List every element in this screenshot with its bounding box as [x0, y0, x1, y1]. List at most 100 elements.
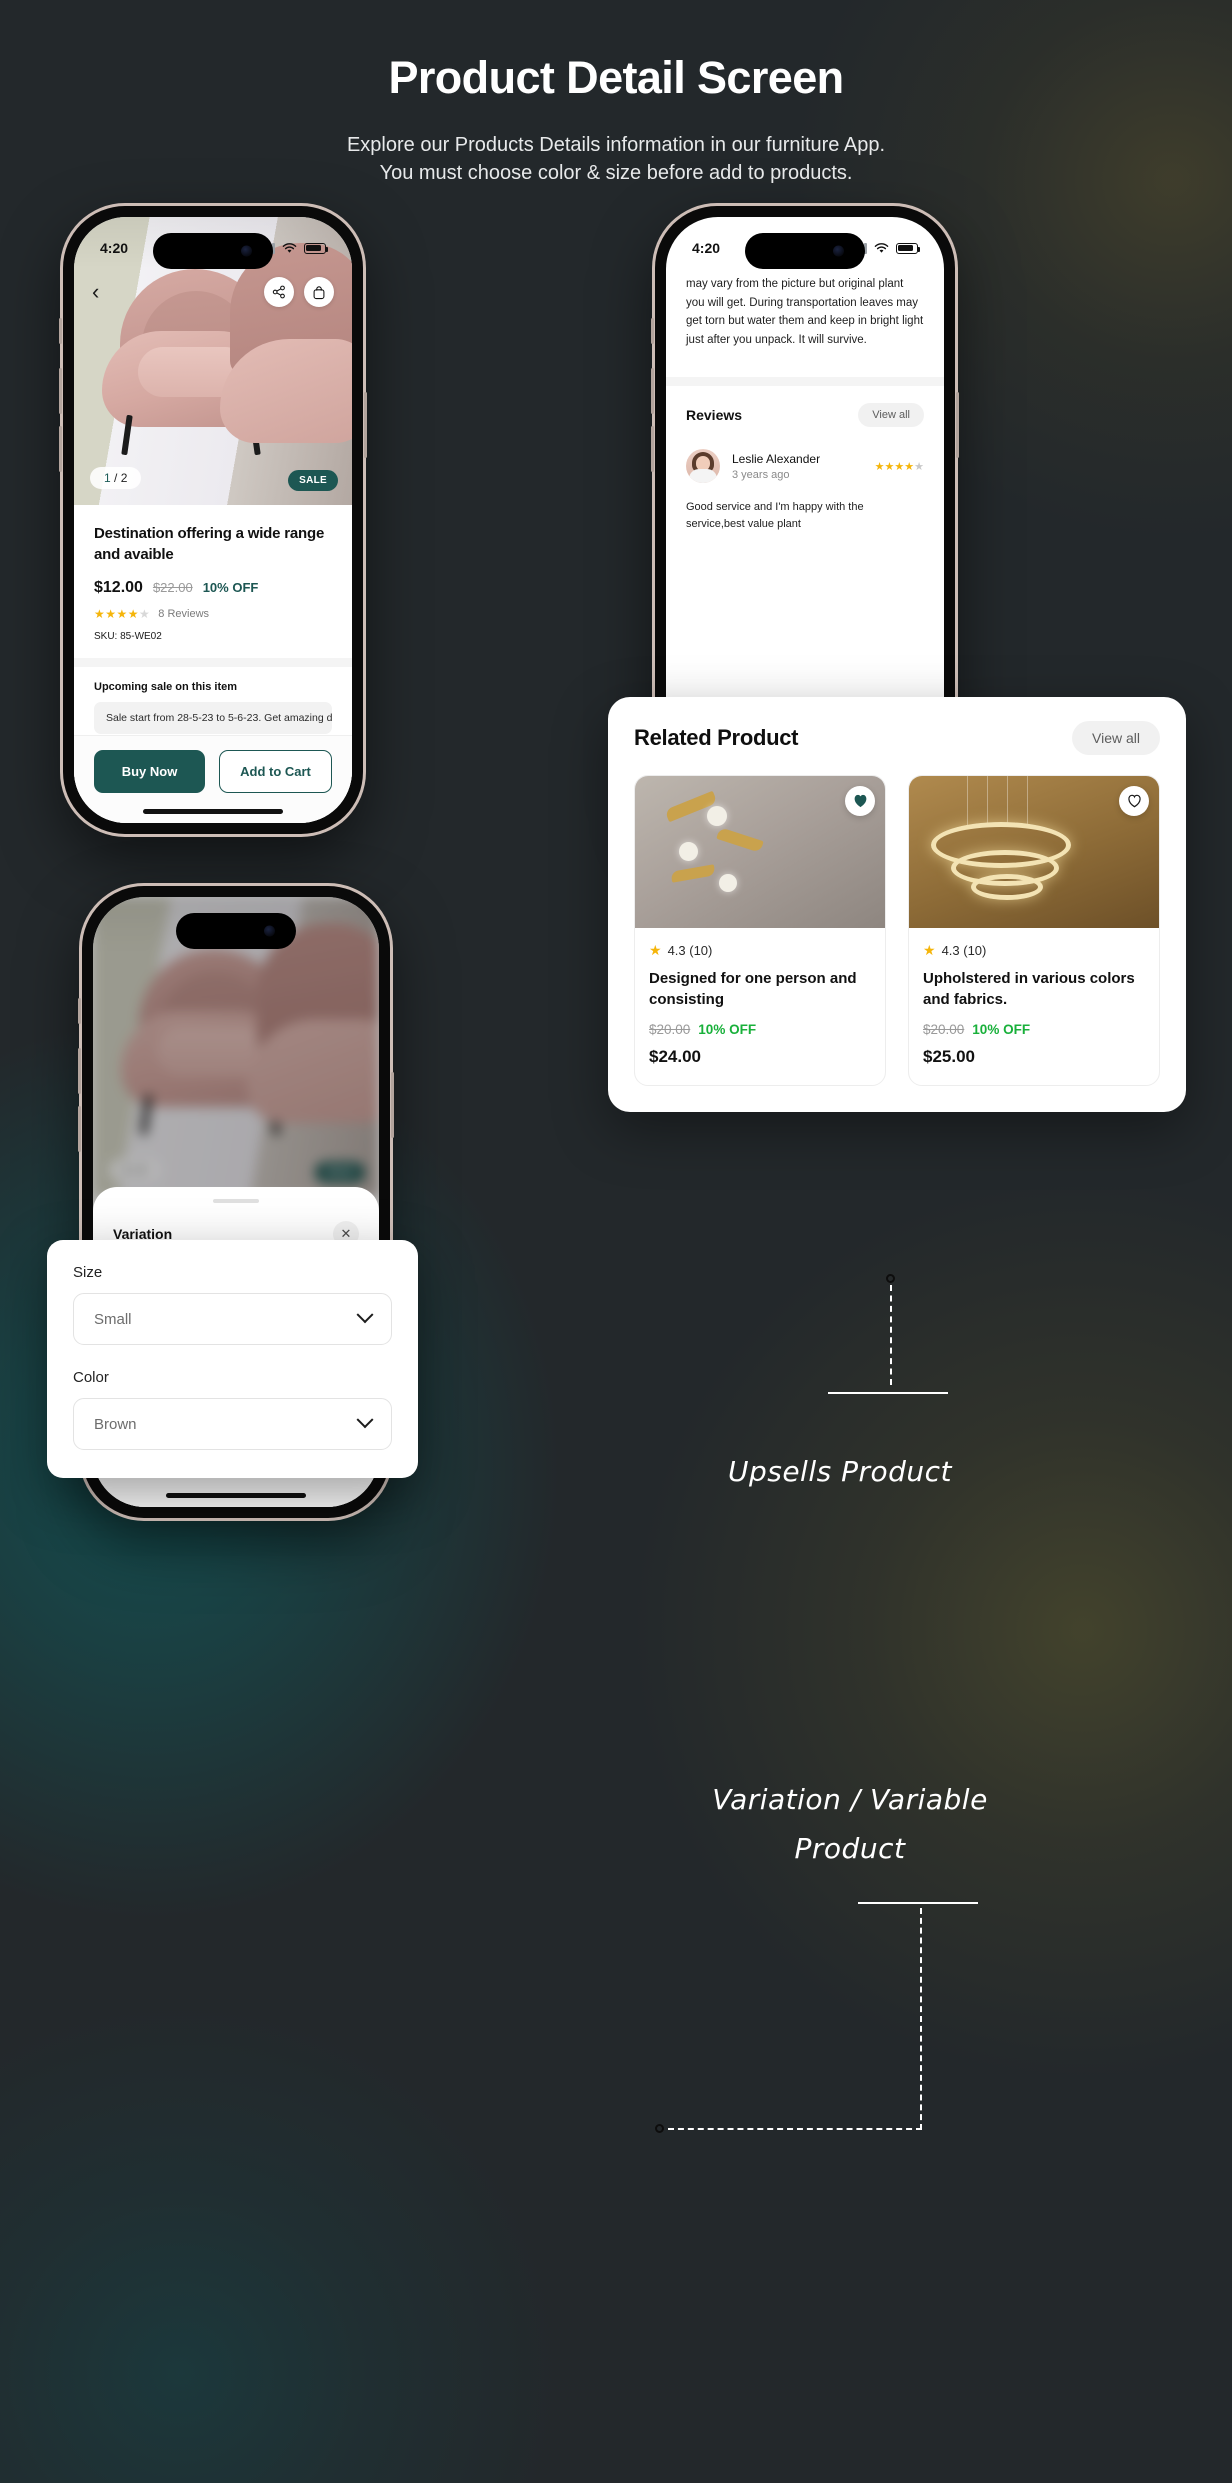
gallery-pager-sep: / — [114, 471, 118, 485]
chevron-down-icon — [356, 1306, 374, 1324]
product-sku: SKU: 85-WE02 — [94, 630, 162, 642]
phone2-dynamic-island — [745, 233, 865, 269]
status-time: 4:20 — [692, 240, 721, 256]
reviews-view-all-button[interactable]: View all — [858, 403, 924, 427]
related-product-name-1: Designed for one person and consisting — [649, 970, 857, 1008]
gallery-pager: 1 / 2 — [90, 467, 142, 489]
buy-now-button[interactable]: Buy Now — [94, 750, 205, 793]
review-count: 8 Reviews — [158, 607, 210, 620]
page-header: Product Detail Screen Explore our Produc… — [0, 52, 1232, 187]
heart-filled-icon[interactable] — [845, 786, 875, 816]
upsells-leader-dot — [886, 1274, 895, 1283]
review-body: Good service and I'm happy with the serv… — [686, 501, 864, 530]
product-discount: 10% OFF — [202, 579, 259, 595]
sale-badge: SALE — [288, 470, 338, 491]
phone3-volume-up — [78, 1048, 81, 1094]
price-row: $12.00 $22.00 10% OFF — [94, 579, 332, 597]
background-glow-olive — [632, 1180, 1232, 2080]
upcoming-sale-note: Sale start from 28-5-23 to 5-6-23. Get a… — [94, 701, 332, 734]
phone1-dynamic-island — [153, 233, 273, 269]
rating-stars: ★★★★★ — [94, 606, 151, 621]
upsells-underline — [828, 1392, 948, 1394]
related-product-discount-2: 10% OFF — [972, 1022, 1031, 1038]
related-product-old-price-2: $20.00 — [923, 1022, 965, 1038]
related-product-rating-1: ★ 4.3 (10) — [649, 942, 871, 959]
phone3-power-button — [391, 1072, 394, 1138]
battery-icon — [304, 242, 329, 254]
related-product-price-row-2: $20.00 10% OFF — [923, 1022, 1145, 1037]
variation-leader-vertical — [920, 1908, 922, 2130]
related-product-card: Related Product View all ★ 4.3 (10) Desi… — [608, 697, 1186, 1113]
section-divider — [74, 657, 352, 667]
chevron-down-icon — [356, 1411, 374, 1429]
rating-row: ★★★★★ 8 Reviews — [94, 607, 332, 621]
product-description: may vary from the picture but original p… — [686, 278, 924, 346]
gallery-pager-total: 2 — [120, 471, 128, 485]
annotation-upsells: Upsells Product — [727, 1455, 953, 1488]
share-icon[interactable] — [264, 277, 294, 307]
related-product-discount-1: 10% OFF — [698, 1022, 757, 1038]
phone1-home-indicator — [143, 809, 283, 814]
variation-leader-dot — [655, 2124, 664, 2133]
phone2-volume-down — [651, 426, 654, 472]
related-product-price-row-1: $20.00 10% OFF — [649, 1022, 871, 1037]
related-product-old-price-1: $20.00 — [649, 1022, 691, 1038]
variation-underline — [858, 1902, 978, 1904]
color-select[interactable]: Brown — [73, 1398, 392, 1450]
related-product-item-1[interactable]: ★ 4.3 (10) Designed for one person and c… — [634, 775, 886, 1087]
heart-outline-icon[interactable] — [1119, 786, 1149, 816]
review-time: 3 years ago — [732, 468, 790, 481]
size-select[interactable]: Small — [73, 1293, 392, 1345]
phone1-screen: 1 / 2 SALE 4:20 ‹ Destination offering a… — [74, 217, 352, 823]
related-product-header: Related Product View all — [634, 721, 1160, 755]
page-subtitle-line1: Explore our Products Details information… — [346, 134, 886, 156]
upcoming-sale-label: Upcoming sale on this item — [94, 680, 238, 693]
add-to-cart-button[interactable]: Add to Cart — [219, 750, 332, 793]
size-label: Size — [73, 1264, 103, 1281]
chevron-left-icon[interactable]: ‹ — [92, 281, 99, 303]
color-value: Brown — [94, 1415, 137, 1433]
battery-icon — [896, 242, 921, 254]
status-time: 4:20 — [100, 240, 129, 256]
shopping-bag-icon[interactable] — [304, 277, 334, 307]
reviews-header: Reviews View all — [666, 403, 944, 427]
related-product-image-2 — [909, 776, 1159, 928]
related-product-rating-2: ★ 4.3 (10) — [923, 942, 1145, 959]
phone3-volume-down — [78, 1106, 81, 1152]
page-subtitle-line2: You must choose color & size before add … — [379, 161, 853, 184]
related-product-title: Related Product — [634, 725, 799, 750]
phone1-top-nav: ‹ — [74, 269, 352, 315]
background-glow-teal-bottom — [0, 2003, 560, 2483]
phone1-power-button — [364, 392, 367, 458]
star-icon: ★ — [649, 942, 662, 958]
related-product-body-2: ★ 4.3 (10) Upholstered in various colors… — [909, 928, 1159, 1085]
related-product-name-2: Upholstered in various colors and fabric… — [923, 970, 1135, 1008]
reviewer-name: Leslie Alexander — [732, 451, 821, 466]
phone3-home-indicator — [166, 1493, 306, 1498]
related-product-rating-text-1: 4.3 (10) — [667, 943, 713, 958]
review-rating-stars: ★★★★★ — [874, 460, 924, 473]
reviews-title: Reviews — [686, 407, 743, 423]
phone2-power-button — [956, 392, 959, 458]
phone1-volume-down — [59, 426, 62, 472]
related-product-body-1: ★ 4.3 (10) Designed for one person and c… — [635, 928, 885, 1085]
color-label: Color — [73, 1369, 109, 1386]
annotation-variation-line2: Product — [794, 1832, 906, 1865]
variation-options-card: Size Small Color Brown — [47, 1240, 418, 1478]
page-subtitle: Explore our Products Details information… — [0, 132, 1232, 187]
annotation-variation: Variation / Variable Product — [630, 1775, 1070, 1873]
product-title: Destination offering a wide range and av… — [94, 525, 325, 564]
wifi-icon — [874, 242, 889, 253]
product-old-price: $22.00 — [152, 579, 193, 595]
phone3-dynamic-island — [176, 913, 296, 949]
related-product-price-2: $25.00 — [923, 1047, 975, 1067]
related-view-all-button[interactable]: View all — [1072, 721, 1160, 755]
phone1-mute-switch — [59, 318, 62, 344]
phone2-volume-up — [651, 368, 654, 414]
reviews-divider — [666, 377, 944, 386]
star-icon: ★ — [923, 942, 936, 958]
phone1-volume-up — [59, 368, 62, 414]
annotation-variation-line1: Variation / Variable — [712, 1783, 988, 1816]
gallery-pager-current: 1 — [104, 471, 111, 485]
related-product-item-2[interactable]: ★ 4.3 (10) Upholstered in various colors… — [908, 775, 1160, 1087]
